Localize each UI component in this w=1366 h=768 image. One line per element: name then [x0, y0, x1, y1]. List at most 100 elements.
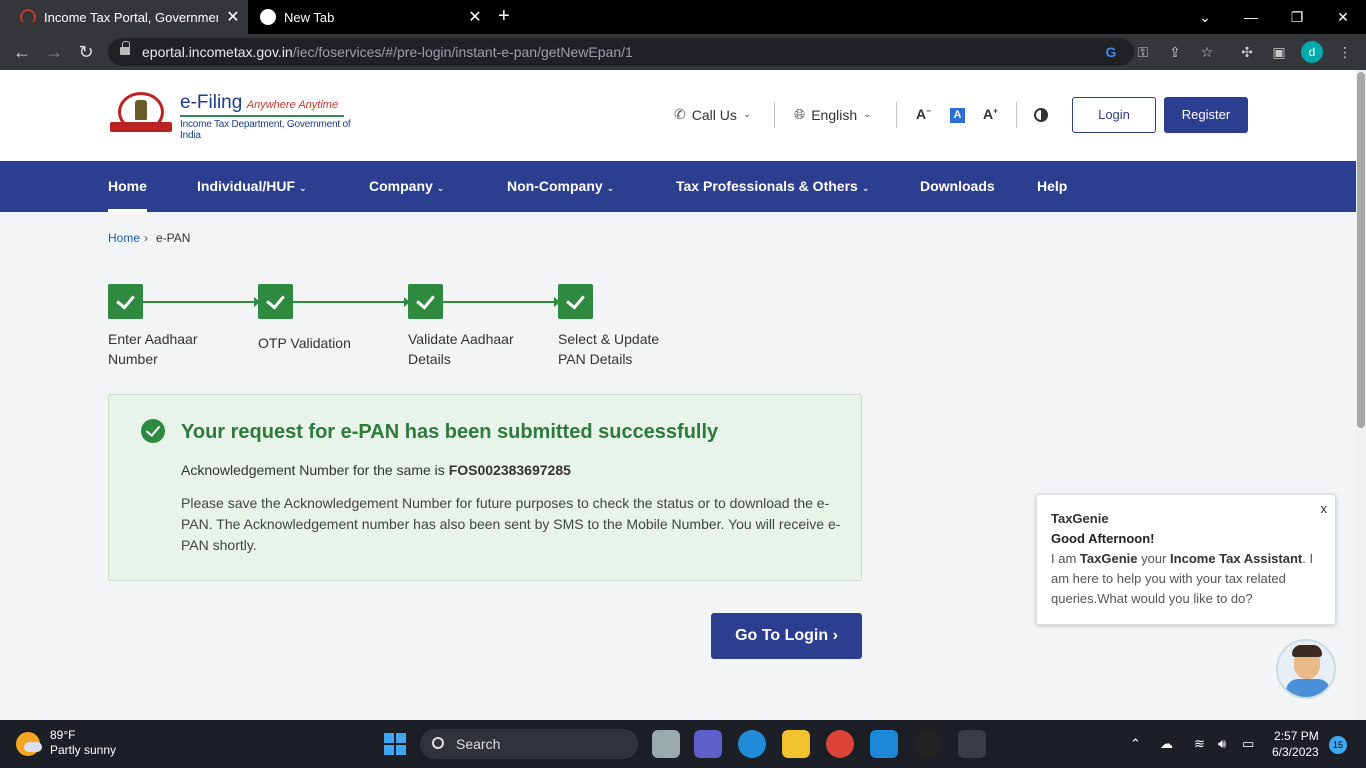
- breadcrumb-current: e-PAN: [156, 231, 191, 245]
- check-icon: [558, 284, 593, 319]
- brand-dept: Income Tax Department, Government of Ind…: [180, 119, 351, 141]
- extensions-icon[interactable]: ✣: [1238, 43, 1256, 61]
- chrome-icon[interactable]: [826, 730, 854, 758]
- mongodb-compass-icon[interactable]: [914, 730, 942, 758]
- tray-overflow-icon[interactable]: ⌃: [1130, 736, 1141, 752]
- taxgenie-avatar[interactable]: [1276, 639, 1336, 699]
- language-label: English: [811, 106, 858, 123]
- side-panel-icon[interactable]: ▣: [1270, 43, 1288, 61]
- profile-avatar[interactable]: d: [1301, 41, 1323, 63]
- notification-badge[interactable]: 15: [1329, 736, 1347, 754]
- tab-new-tab[interactable]: New Tab ✕: [250, 0, 490, 34]
- browser-toolbar: ← → ↻ eportal.incometax.gov.in/iec/foser…: [0, 34, 1366, 70]
- step-4: Select & Update PAN Details: [558, 284, 678, 369]
- edge-icon[interactable]: [738, 730, 766, 758]
- success-panel: Your request for e-PAN has been submitte…: [108, 394, 862, 581]
- divider: [1016, 102, 1017, 128]
- nav-tax-professionals[interactable]: Tax Professionals & Others ⌄: [676, 161, 869, 212]
- page-content: e-Filing Anywhere Anytime Income Tax Dep…: [0, 70, 1356, 720]
- close-tab-icon[interactable]: ✕: [218, 7, 248, 27]
- chevron-right-icon: ›: [832, 627, 838, 644]
- chevron-down-icon: ⌄: [436, 183, 445, 193]
- main-nav: Home Individual/HUF ⌄ Company ⌄ Non-Compan…: [0, 161, 1356, 212]
- go-to-login-button[interactable]: Go To Login ›: [711, 613, 862, 659]
- menu-kebab-icon[interactable]: ⋮: [1336, 43, 1354, 61]
- new-tab-icon[interactable]: +: [498, 5, 510, 28]
- success-check-icon: [141, 419, 165, 443]
- address-bar[interactable]: eportal.incometax.gov.in/iec/foservices/…: [108, 38, 1134, 66]
- tab-title: New Tab: [284, 9, 335, 25]
- back-icon[interactable]: ←: [10, 40, 34, 64]
- font-increase-button[interactable]: A+: [983, 106, 998, 122]
- clock-time: 2:57 PM: [1274, 729, 1319, 743]
- restore-icon[interactable]: ❐: [1274, 0, 1320, 34]
- teams-chat-icon[interactable]: [694, 730, 722, 758]
- weather-widget[interactable]: 89°F Partly sunny: [16, 728, 116, 758]
- forward-icon[interactable]: →: [42, 40, 66, 64]
- language-dropdown[interactable]: 🌐︎ English ⌄: [794, 106, 872, 123]
- chrome-profile-icon[interactable]: [958, 730, 986, 758]
- nav-non-company[interactable]: Non-Company ⌄: [507, 161, 614, 212]
- close-tab-icon[interactable]: ✕: [460, 7, 490, 27]
- scrollbar-thumb[interactable]: [1357, 72, 1365, 428]
- check-icon: [408, 284, 443, 319]
- close-window-icon[interactable]: ✕: [1320, 0, 1366, 34]
- battery-icon[interactable]: ▭: [1242, 736, 1254, 752]
- taskbar-search[interactable]: Search: [420, 729, 638, 759]
- font-normal-button[interactable]: A: [950, 108, 965, 123]
- site-favicon-icon: [20, 9, 36, 25]
- chevron-down-icon: ⌄: [863, 109, 872, 120]
- chevron-down-icon: ⌄: [299, 183, 307, 193]
- close-chat-button[interactable]: x: [1321, 499, 1328, 519]
- share-icon[interactable]: ⇪: [1166, 43, 1184, 61]
- brand-text: e-Filing Anywhere Anytime Income Tax Dep…: [180, 92, 360, 141]
- nav-downloads[interactable]: Downloads: [920, 161, 995, 212]
- volume-icon[interactable]: 🔊︎: [1218, 736, 1226, 752]
- step-1: Enter Aadhaar Number: [108, 284, 228, 369]
- page-scrollbar[interactable]: [1356, 70, 1366, 720]
- login-button[interactable]: Login: [1072, 97, 1156, 133]
- task-view-icon[interactable]: [652, 730, 680, 758]
- font-decrease-button[interactable]: A−: [916, 106, 931, 122]
- key-icon[interactable]: ⚿: [1134, 43, 1152, 61]
- browser-tab-bar: Income Tax Portal, Government of ✕ New T…: [0, 0, 1366, 34]
- chat-message: I am TaxGenie your Income Tax Assistant.…: [1051, 551, 1314, 606]
- nav-home[interactable]: Home: [108, 161, 147, 212]
- success-note: Please save the Acknowledgement Number f…: [181, 495, 841, 553]
- tab-income-tax-portal[interactable]: Income Tax Portal, Government of ✕: [0, 0, 248, 34]
- wifi-icon[interactable]: ≋: [1194, 736, 1205, 752]
- chat-greeting: Good Afternoon!: [1051, 531, 1155, 546]
- nav-help[interactable]: Help: [1037, 161, 1067, 212]
- site-header: e-Filing Anywhere Anytime Income Tax Dep…: [0, 70, 1356, 161]
- efiling-logo[interactable]: e-Filing Anywhere Anytime Income Tax Dep…: [108, 92, 358, 142]
- minimize-icon[interactable]: —: [1228, 0, 1274, 34]
- nav-individual-huf[interactable]: Individual/HUF ⌄: [197, 161, 307, 212]
- step-label: Validate Aadhaar Details: [408, 331, 514, 367]
- breadcrumb-home[interactable]: Home: [108, 231, 140, 245]
- call-us-dropdown[interactable]: ✆ Call Us ⌄: [674, 106, 751, 123]
- start-windows-icon[interactable]: [384, 733, 406, 755]
- onedrive-icon[interactable]: ☁: [1160, 736, 1173, 752]
- breadcrumb: Home › e-PAN: [108, 231, 190, 245]
- taskbar-clock[interactable]: 2:57 PM 6/3/2023: [1272, 728, 1319, 760]
- progress-stepper: Enter Aadhaar Number OTP Validation Vali…: [108, 284, 708, 374]
- step-label: Select & Update PAN Details: [558, 331, 660, 367]
- register-button[interactable]: Register: [1164, 97, 1248, 133]
- bookmark-star-icon[interactable]: ☆: [1198, 43, 1216, 61]
- google-lens-icon[interactable]: G: [1102, 43, 1120, 61]
- vscode-icon[interactable]: [870, 730, 898, 758]
- acknowledgement-line: Acknowledgement Number for the same is F…: [181, 462, 571, 478]
- check-icon: [108, 284, 143, 319]
- weather-temp: 89°F: [50, 728, 76, 742]
- nav-company[interactable]: Company ⌄: [369, 161, 444, 212]
- contrast-toggle-icon[interactable]: [1034, 108, 1048, 122]
- file-explorer-icon[interactable]: [782, 730, 810, 758]
- chrome-favicon-icon: [260, 9, 276, 25]
- reload-icon[interactable]: ↻: [74, 40, 98, 64]
- lock-icon: [120, 41, 130, 57]
- tab-search-icon[interactable]: ⌄: [1182, 0, 1228, 34]
- url-text: eportal.incometax.gov.in/iec/foservices/…: [142, 44, 633, 60]
- taxgenie-chat-popup: x TaxGenie Good Afternoon! I am TaxGenie…: [1036, 494, 1336, 625]
- brand-name: e-Filing: [180, 92, 243, 113]
- clock-date: 6/3/2023: [1272, 745, 1319, 759]
